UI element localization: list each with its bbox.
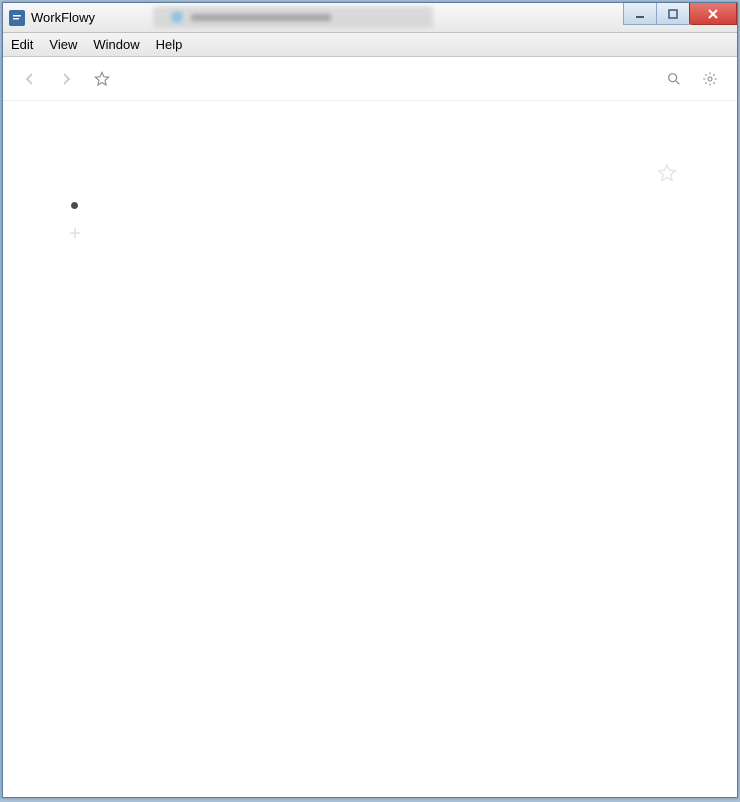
close-button[interactable]	[689, 3, 737, 25]
maximize-button[interactable]	[656, 3, 690, 25]
content-area	[3, 101, 737, 797]
app-window: WorkFlowy Edit View Window Help	[2, 2, 738, 798]
menu-window[interactable]: Window	[93, 37, 139, 52]
search-icon[interactable]	[665, 70, 683, 88]
toolbar	[3, 57, 737, 101]
gear-icon[interactable]	[701, 70, 719, 88]
titlebar: WorkFlowy	[3, 3, 737, 33]
menu-view[interactable]: View	[49, 37, 77, 52]
back-button[interactable]	[21, 70, 39, 88]
left-edge-shadow	[0, 56, 4, 798]
window-controls	[624, 3, 737, 25]
window-title: WorkFlowy	[31, 10, 95, 25]
minimize-button[interactable]	[623, 3, 657, 25]
menubar: Edit View Window Help	[3, 33, 737, 57]
app-icon	[9, 10, 25, 26]
bullet-text-input[interactable]	[90, 196, 677, 214]
plus-icon	[68, 226, 82, 240]
star-icon[interactable]	[93, 70, 111, 88]
menu-edit[interactable]: Edit	[11, 37, 33, 52]
bullet-dot-icon[interactable]	[71, 202, 78, 209]
add-item-row[interactable]	[63, 219, 677, 247]
forward-button[interactable]	[57, 70, 75, 88]
background-tab-blur	[153, 6, 433, 28]
menu-help[interactable]: Help	[156, 37, 183, 52]
page-star-icon[interactable]	[657, 163, 677, 186]
bullet-item[interactable]	[63, 191, 677, 219]
